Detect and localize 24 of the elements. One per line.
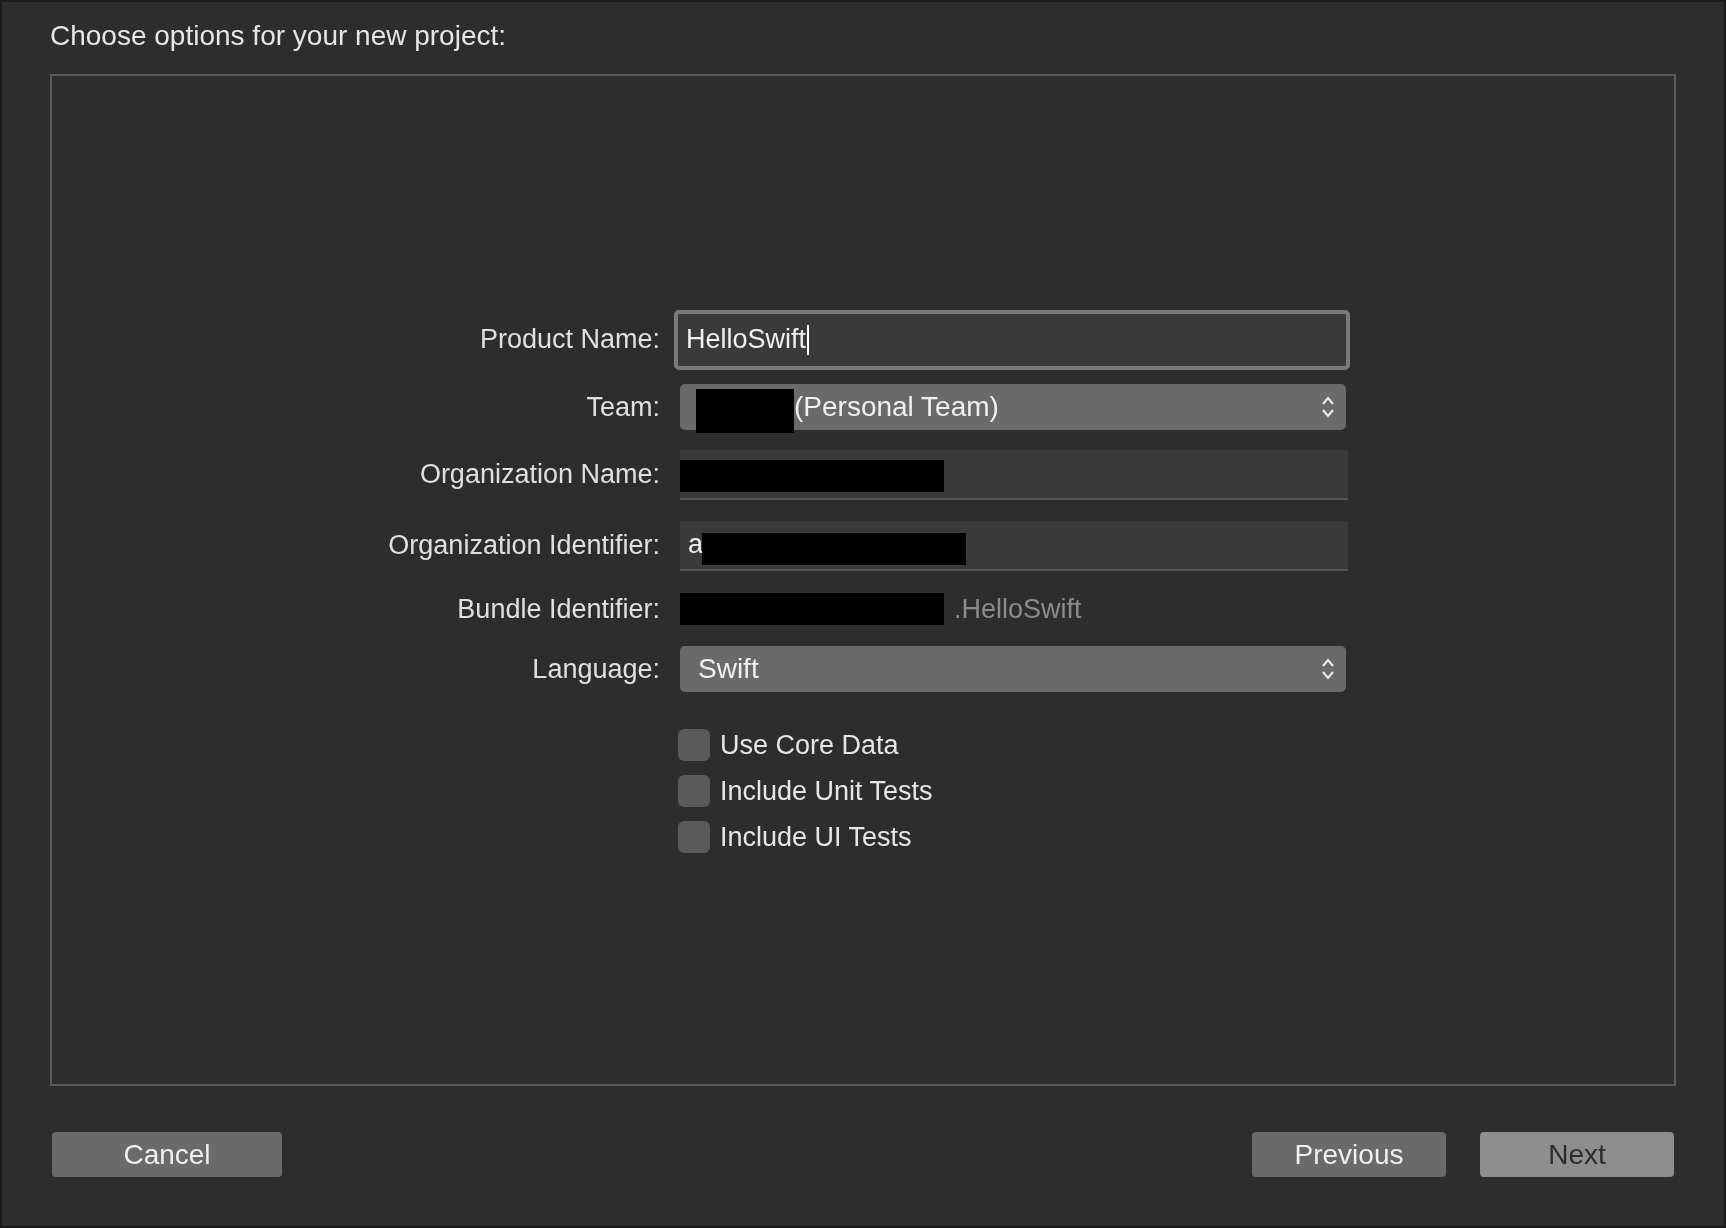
popup-button[interactable]: (Personal Team) <box>680 384 1346 430</box>
checkbox-label: Use Core Data <box>720 729 899 761</box>
checkbox[interactable] <box>678 729 710 761</box>
bundle-identifier: .HelloSwift <box>954 593 1082 625</box>
text-field[interactable]: HelloSwift <box>674 309 1350 370</box>
text-field[interactable] <box>680 449 1348 500</box>
field-label: Organization Identifier: <box>387 529 660 562</box>
checkbox-label: Include Unit Tests <box>720 775 933 807</box>
popup-button[interactable]: Swift <box>680 646 1346 692</box>
stepper-icon <box>1320 656 1336 682</box>
checkbox[interactable] <box>678 821 710 853</box>
text-field[interactable]: a <box>680 520 1348 571</box>
stepper-icon <box>1320 394 1336 420</box>
field-label: Product Name: <box>478 323 660 356</box>
dialog-title: Choose options for your new project: <box>50 20 508 53</box>
field-label: Organization Name: <box>418 458 660 491</box>
dialog-button[interactable]: Next <box>1480 1132 1674 1177</box>
checkbox-label: Include UI Tests <box>720 821 912 853</box>
field-label: Language: <box>531 652 660 686</box>
cancel-button[interactable]: Cancel <box>52 1132 282 1177</box>
dialog-button[interactable]: Previous <box>1252 1132 1446 1177</box>
field-label: Team: <box>585 390 660 424</box>
checkbox[interactable] <box>678 775 710 807</box>
field-label: Bundle Identifier: <box>456 592 660 626</box>
